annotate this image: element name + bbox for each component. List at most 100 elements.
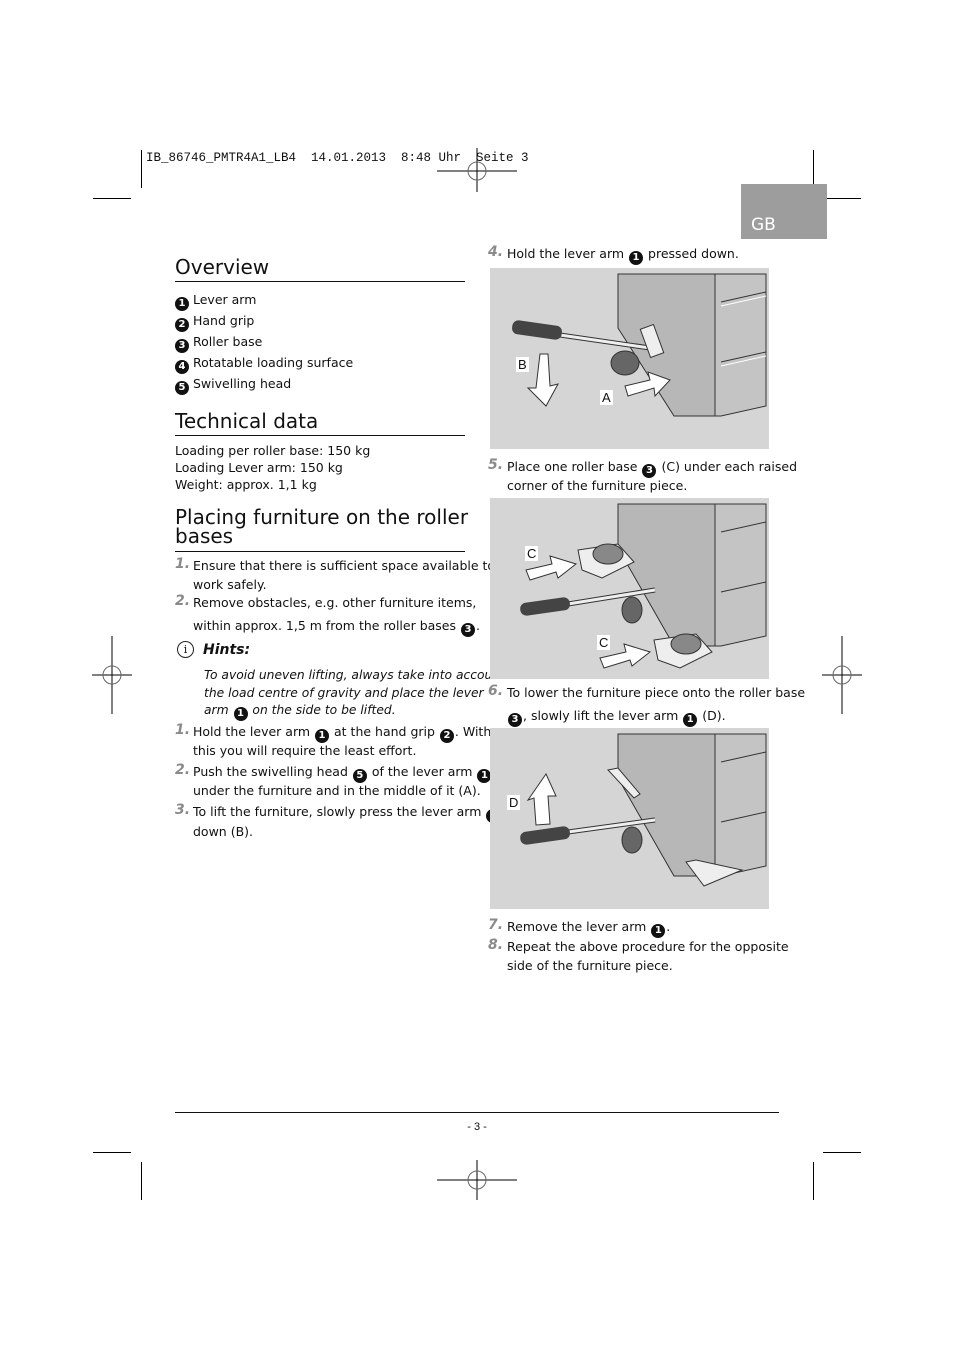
overview-item: 4 Rotatable loading surface [175,353,353,374]
hint-line: To avoid uneven lifting, always take int… [204,668,505,682]
placing-heading-line2: bases [175,524,234,548]
furniture-front [714,733,767,877]
technical-data-heading: Technical data [175,409,319,433]
ref-number-badge: 5 [175,381,189,395]
arrow-b [526,353,559,407]
figure-label: C [525,546,539,561]
ref-number-badge: 1 [233,707,248,721]
crop-mark [813,150,814,188]
hint-line: arm 1 on the side to be lifted. [204,701,396,721]
step-text: 3, slowly lift the lever arm 1 (D). [507,706,726,727]
ref-number-badge: 3 [508,713,522,727]
step-text-part: Place one roller base [507,459,638,474]
step-text: Hold the lever arm 1 at the hand grip 2.… [193,722,491,743]
furniture-front [714,503,767,647]
overview-item: 5 Swivelling head [175,374,291,395]
ref-number-badge: 1 [175,297,189,311]
place-drawing [520,503,767,669]
roller [610,350,640,376]
step-number: 2. [175,762,191,778]
crop-mark [823,1152,861,1153]
step-number: 3. [175,802,191,818]
step-text: To lift the furniture, slowly press the … [193,802,501,823]
furniture-side [617,733,716,877]
language-tab: GB [741,184,827,239]
ref-number-badge: 4 [175,360,189,374]
ref-number-badge: 3 [461,623,475,637]
step-text-part: (C) under each raised [661,459,798,474]
hand-grip [520,597,570,616]
step-number: 8. [488,937,504,953]
overview-heading: Overview [175,255,270,279]
ref-number-badge: 3 [175,339,189,353]
ref-number-badge: 2 [439,729,454,743]
step-text-part: , slowly lift the lever arm [523,708,679,723]
roller [621,596,643,624]
lower-drawing [520,733,767,887]
furniture-front [714,273,767,417]
step-text-part: within approx. 1,5 m from the roller bas… [193,618,457,633]
step-text: under the furniture and in the middle of… [193,783,481,798]
step-text: Ensure that there is sufficient space av… [193,558,496,573]
step-text: Place one roller base 3 (C) under each r… [507,457,797,478]
step-number: 5. [488,457,504,473]
step-text-part: Remove the lever arm [507,919,647,934]
step-number: 1. [175,722,191,738]
crop-mark [813,1162,814,1200]
step-number: 1. [175,556,191,572]
figure-label: B [516,357,529,372]
ref-number-badge: 2 [175,318,189,332]
crop-mark [141,1162,142,1200]
step-text-part: To lift the furniture, slowly press the … [193,804,482,819]
step-text: within approx. 1,5 m from the roller bas… [193,616,480,637]
step-text-part: of the lever arm [371,764,473,779]
tech-line: Weight: approx. 1,1 kg [175,477,317,492]
step-text: Remove obstacles, e.g. other furniture i… [193,595,477,610]
overview-item-label: Lever arm [193,292,257,307]
illustration-lower: D [490,728,769,909]
illustration-place-roller-bases: C C [490,498,769,679]
lift-drawing [512,273,767,417]
crop-mark [93,1152,131,1153]
furniture-side [617,503,716,647]
hint-text-part: arm [204,703,229,717]
overview-item: 1 Lever arm [175,290,256,311]
step-text: To lower the furniture piece onto the ro… [507,685,806,700]
roller [621,826,643,854]
overview-item-label: Rotatable loading surface [193,355,354,370]
technical-data-rule [175,435,465,436]
hand-grip [520,826,570,845]
step-text: Push the swivelling head 5 of the lever … [193,762,492,783]
step-text: Repeat the above procedure for the oppos… [507,939,789,954]
footer-rule [175,1112,779,1113]
step-text: Hold the lever arm 1 pressed down. [507,244,739,265]
step-text-part: Push the swivelling head [193,764,348,779]
registration-mark-bottom [437,1160,517,1200]
step-text-part: . [476,618,480,633]
overview-item-label: Swivelling head [193,376,292,391]
figure-label: C [597,635,611,650]
crop-mark [93,198,131,199]
language-tab-label: GB [751,215,776,235]
step-text-part: at the hand grip [334,724,435,739]
step-number: 4. [488,244,504,260]
print-slug: IB_86746_PMTR4A1_LB4 14.01.2013 8:48 Uhr… [146,151,529,165]
illustration-lift: B A [490,268,769,449]
step-text: down (B). [193,824,254,839]
arrow-d [526,772,557,826]
step-text: Remove the lever arm 1. [507,917,670,938]
ref-number-badge: 1 [629,251,644,265]
step-text-part: . With [454,724,492,739]
step-text: side of the furniture piece. [507,958,673,973]
page-number: - 3 - [467,1121,487,1133]
figure-label: D [507,795,521,810]
crop-mark [823,198,861,199]
figure-label: A [600,390,613,405]
info-icon: i [177,641,194,658]
crop-mark [141,150,142,188]
step-text: this you will require the least effort. [193,743,417,758]
hints-title: Hints: [203,642,251,658]
overview-item: 2 Hand grip [175,311,254,332]
overview-rule [175,281,465,282]
hand-grip [512,320,562,340]
